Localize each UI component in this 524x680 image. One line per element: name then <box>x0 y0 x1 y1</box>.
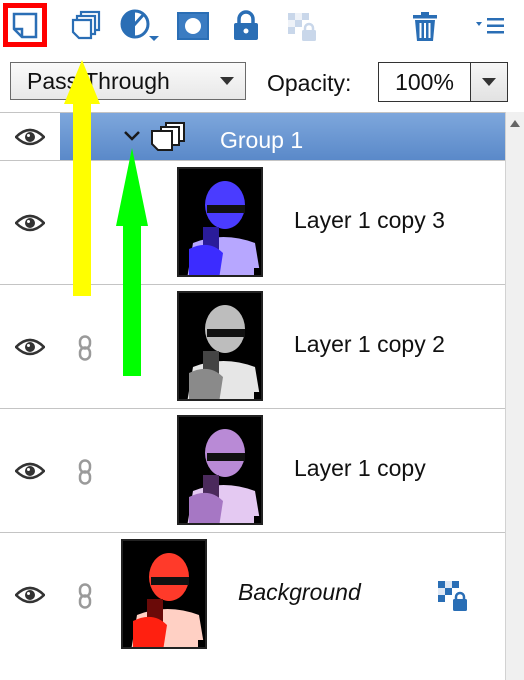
opacity-value[interactable]: 100% <box>379 63 471 101</box>
adjustment-layer-icon <box>120 9 159 41</box>
visibility-toggle[interactable] <box>0 285 60 408</box>
lock-all-icon <box>234 10 258 40</box>
layers-scrollbar[interactable] <box>505 112 524 680</box>
opacity-dropdown-button[interactable] <box>471 63 507 101</box>
new-group-icon <box>71 10 101 40</box>
eye-icon <box>15 128 45 145</box>
panel-menu-button[interactable] <box>470 6 510 46</box>
layer-name: Layer 1 copy 3 <box>294 207 445 233</box>
layer-name: Layer 1 copy <box>294 455 426 481</box>
layer-thumbnail[interactable] <box>177 415 263 525</box>
eye-icon <box>15 586 45 604</box>
portrait-thumbnail-image <box>123 541 205 647</box>
visibility-toggle[interactable] <box>0 161 60 284</box>
link-toggle[interactable] <box>70 333 100 363</box>
lock-transparency-button[interactable] <box>282 6 322 46</box>
delete-layer-button[interactable] <box>405 6 445 46</box>
link-icon <box>78 335 92 361</box>
blend-mode-dropdown[interactable]: Pass Through <box>10 62 246 100</box>
new-group-button[interactable] <box>66 6 106 46</box>
layer-thumbnail[interactable] <box>177 167 263 277</box>
link-toggle[interactable] <box>70 581 100 611</box>
layer-mask-button[interactable] <box>173 6 213 46</box>
layers-list: Group 1 Layer 1 copy 3 Layer 1 copy 2 La… <box>0 112 505 680</box>
layer-name: Background <box>238 579 361 605</box>
link-icon <box>78 583 92 609</box>
layer-thumbnail[interactable] <box>121 539 207 649</box>
layer-row-group-1[interactable]: Group 1 <box>0 113 505 161</box>
layer-row-layer-1-copy-2[interactable]: Layer 1 copy 2 <box>0 285 505 409</box>
adjustment-layer-button[interactable] <box>118 6 166 46</box>
layer-name: Group 1 <box>220 127 304 153</box>
layer-thumbnail[interactable] <box>177 291 263 401</box>
lock-all-button[interactable] <box>226 6 266 46</box>
eye-icon <box>15 214 45 231</box>
layer-mask-icon <box>177 12 209 40</box>
link-toggle[interactable] <box>70 457 100 487</box>
visibility-toggle[interactable] <box>0 409 60 532</box>
eye-icon <box>15 338 45 355</box>
opacity-label: Opacity: <box>267 70 352 96</box>
chevron-down-icon <box>482 78 496 86</box>
visibility-toggle[interactable] <box>0 113 60 160</box>
portrait-thumbnail-image <box>179 169 261 275</box>
visibility-toggle[interactable] <box>0 533 60 657</box>
new-layer-highlight <box>3 3 47 47</box>
lock-transparency-icon <box>288 13 316 41</box>
eye-icon <box>15 462 45 479</box>
layer-name: Layer 1 copy 2 <box>294 331 445 357</box>
layer-row-layer-1-copy-3[interactable]: Layer 1 copy 3 <box>0 161 505 285</box>
portrait-thumbnail-image <box>179 417 261 523</box>
trash-icon <box>413 12 437 41</box>
panel-menu-icon <box>476 18 504 34</box>
scroll-up-button[interactable] <box>506 112 524 134</box>
layers-toolbar <box>0 0 524 52</box>
chevron-down-icon <box>209 63 245 99</box>
opacity-field[interactable]: 100% <box>378 62 508 102</box>
layer-row-background[interactable]: Background <box>0 533 505 680</box>
blend-mode-value: Pass Through <box>27 67 170 94</box>
blend-options-bar: Pass Through Opacity: 100% <box>0 52 524 112</box>
portrait-thumbnail-image <box>179 293 261 399</box>
chevron-down-icon[interactable] <box>122 129 142 143</box>
lock-transparency-icon[interactable] <box>436 579 472 613</box>
link-icon <box>78 459 92 485</box>
chevron-up-icon <box>510 119 520 127</box>
layer-row-layer-1-copy[interactable]: Layer 1 copy <box>0 409 505 533</box>
group-folder-icon <box>151 122 185 151</box>
